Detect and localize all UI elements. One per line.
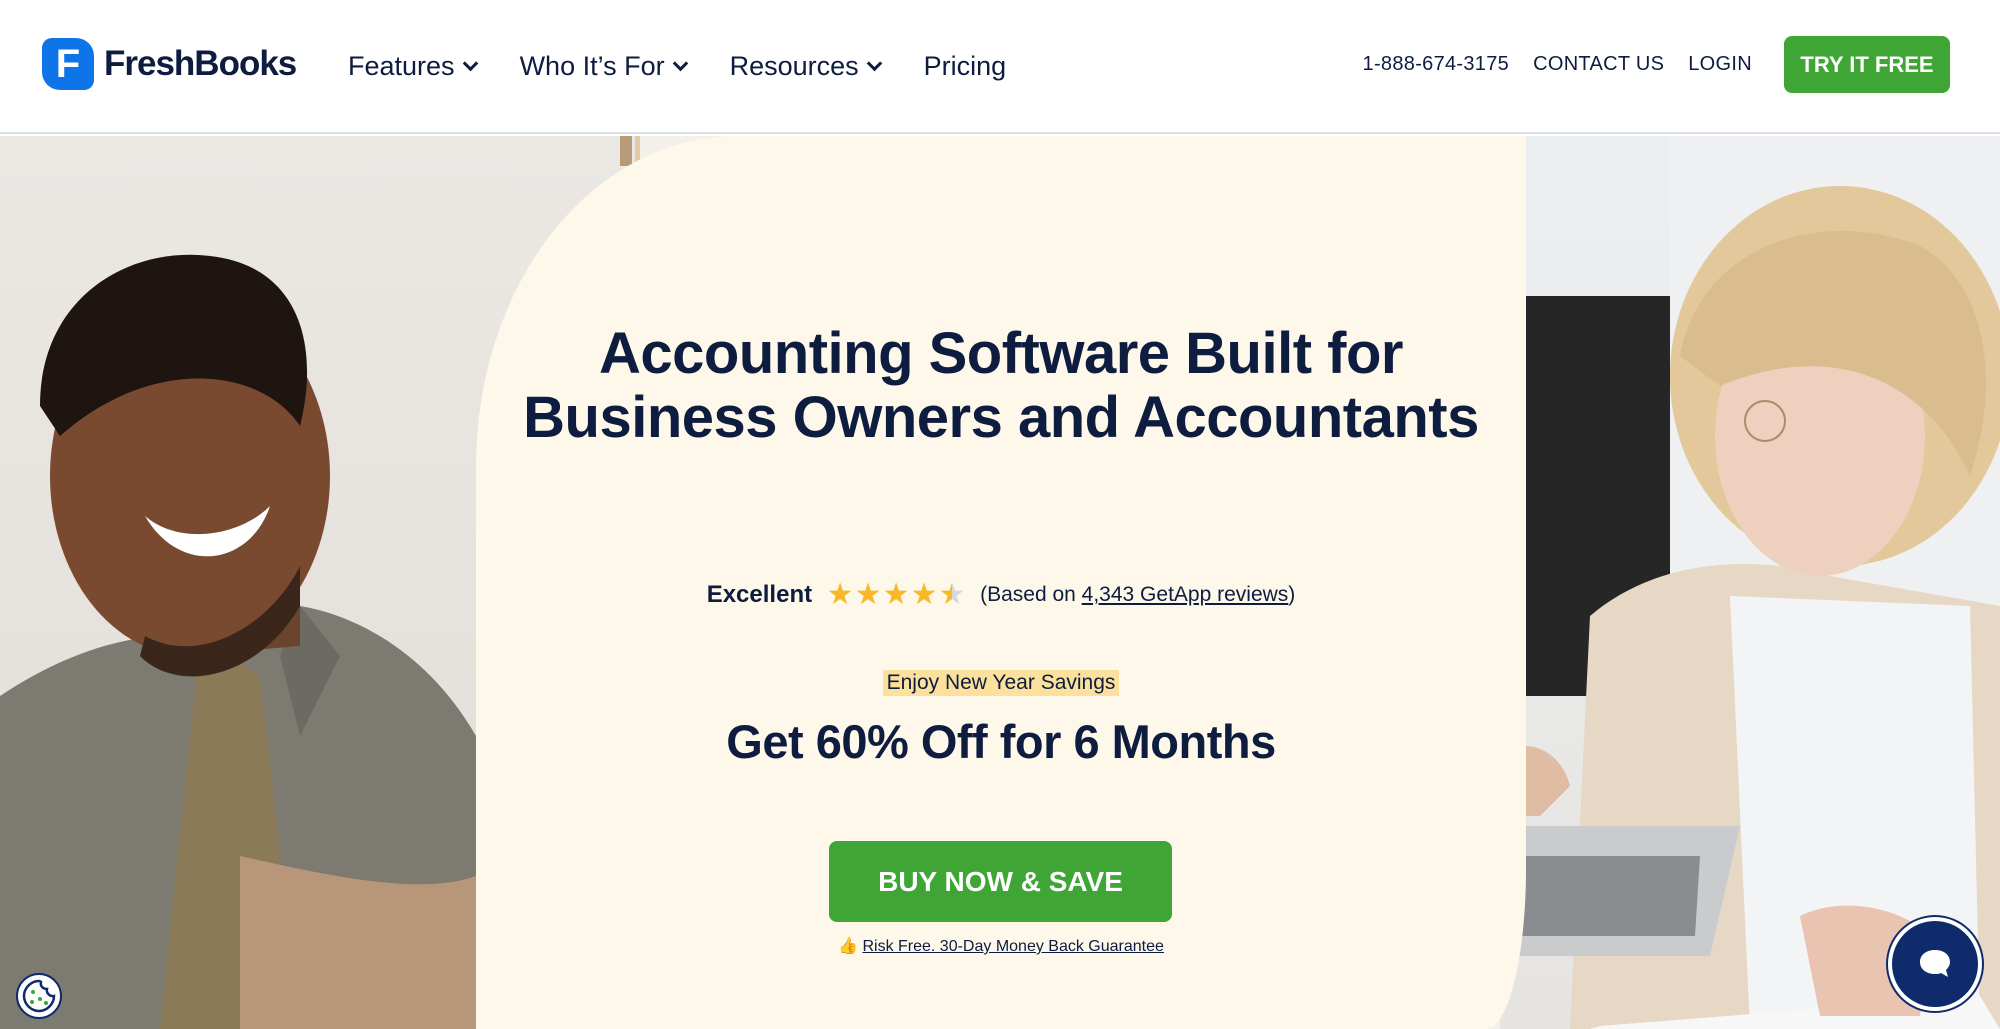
rating-row: Excellent ★ ★ ★ ★ ★ (Based on 4,343 GetA… — [476, 580, 1526, 610]
woman-at-laptop-photo — [1500, 136, 2000, 1029]
star-icon: ★ — [910, 578, 938, 611]
buy-now-button[interactable]: BUY NOW & SAVE — [829, 841, 1172, 922]
guarantee: 👍 Risk Free. 30-Day Money Back Guarantee — [476, 936, 1526, 956]
reviews-suffix: ) — [1288, 583, 1296, 606]
logo-text: FreshBooks — [104, 44, 297, 83]
try-it-free-button[interactable]: TRY IT FREE — [1784, 36, 1950, 93]
nav-features[interactable]: Features — [348, 44, 478, 88]
half-star-icon: ★ — [938, 578, 966, 611]
thumbs-up-icon: 👍 — [838, 938, 858, 955]
nav-who-its-for[interactable]: Who It’s For — [519, 44, 688, 88]
freshbooks-logo-icon: F — [42, 38, 94, 90]
offer-heading: Get 60% Off for 6 Months — [726, 715, 1276, 768]
chevron-down-icon — [866, 55, 882, 71]
chat-icon — [1920, 950, 1950, 977]
getapp-reviews-link[interactable]: 4,343 GetApp reviews — [1082, 583, 1289, 606]
hero-content: Accounting Software Built for Business O… — [476, 136, 1526, 1029]
chevron-down-icon — [672, 55, 688, 71]
freshbooks-logo[interactable]: F FreshBooks — [42, 38, 297, 90]
nav-label: Resources — [729, 50, 859, 81]
hero-section: Accounting Software Built for Business O… — [0, 136, 2000, 1029]
chevron-down-icon — [462, 55, 478, 71]
promo-tag-label: Enjoy New Year Savings — [882, 670, 1120, 696]
rating-label: Excellent — [706, 581, 813, 608]
main-nav: Features Who It’s For Resources Pricing — [348, 44, 1050, 88]
nav-label: Features — [348, 50, 455, 81]
cookie-icon — [22, 979, 56, 1013]
login-link[interactable]: LOGIN — [1688, 53, 1752, 76]
phone-link[interactable]: 1-888-674-3175 — [1363, 53, 1510, 76]
chat-button[interactable] — [1888, 917, 1982, 1011]
nav-label: Who It’s For — [519, 50, 665, 81]
nav-resources[interactable]: Resources — [729, 44, 882, 88]
nav-label: Pricing — [923, 50, 1007, 81]
reviews-text: (Based on 4,343 GetApp reviews) — [980, 583, 1295, 607]
nav-pricing[interactable]: Pricing — [924, 44, 1007, 88]
contact-us-link[interactable]: CONTACT US — [1533, 53, 1664, 76]
utility-nav: 1-888-674-3175 CONTACT US LOGIN TRY IT F… — [1363, 36, 2000, 93]
star-icon: ★ — [854, 578, 882, 611]
promo-tag: Enjoy New Year Savings — [476, 670, 1526, 696]
guarantee-link[interactable]: Risk Free. 30-Day Money Back Guarantee — [862, 938, 1163, 955]
reviews-prefix: (Based on — [980, 583, 1082, 606]
star-icon: ★ — [826, 578, 854, 611]
hero-photo-right — [1500, 136, 2000, 1029]
star-icon: ★ — [882, 578, 910, 611]
star-rating: ★ ★ ★ ★ ★ — [826, 580, 966, 610]
hero-headline: Accounting Software Built for Business O… — [523, 321, 1479, 450]
site-header: F FreshBooks Features Who It’s For Resou… — [0, 0, 2000, 134]
cookie-settings-button[interactable] — [16, 973, 62, 1019]
